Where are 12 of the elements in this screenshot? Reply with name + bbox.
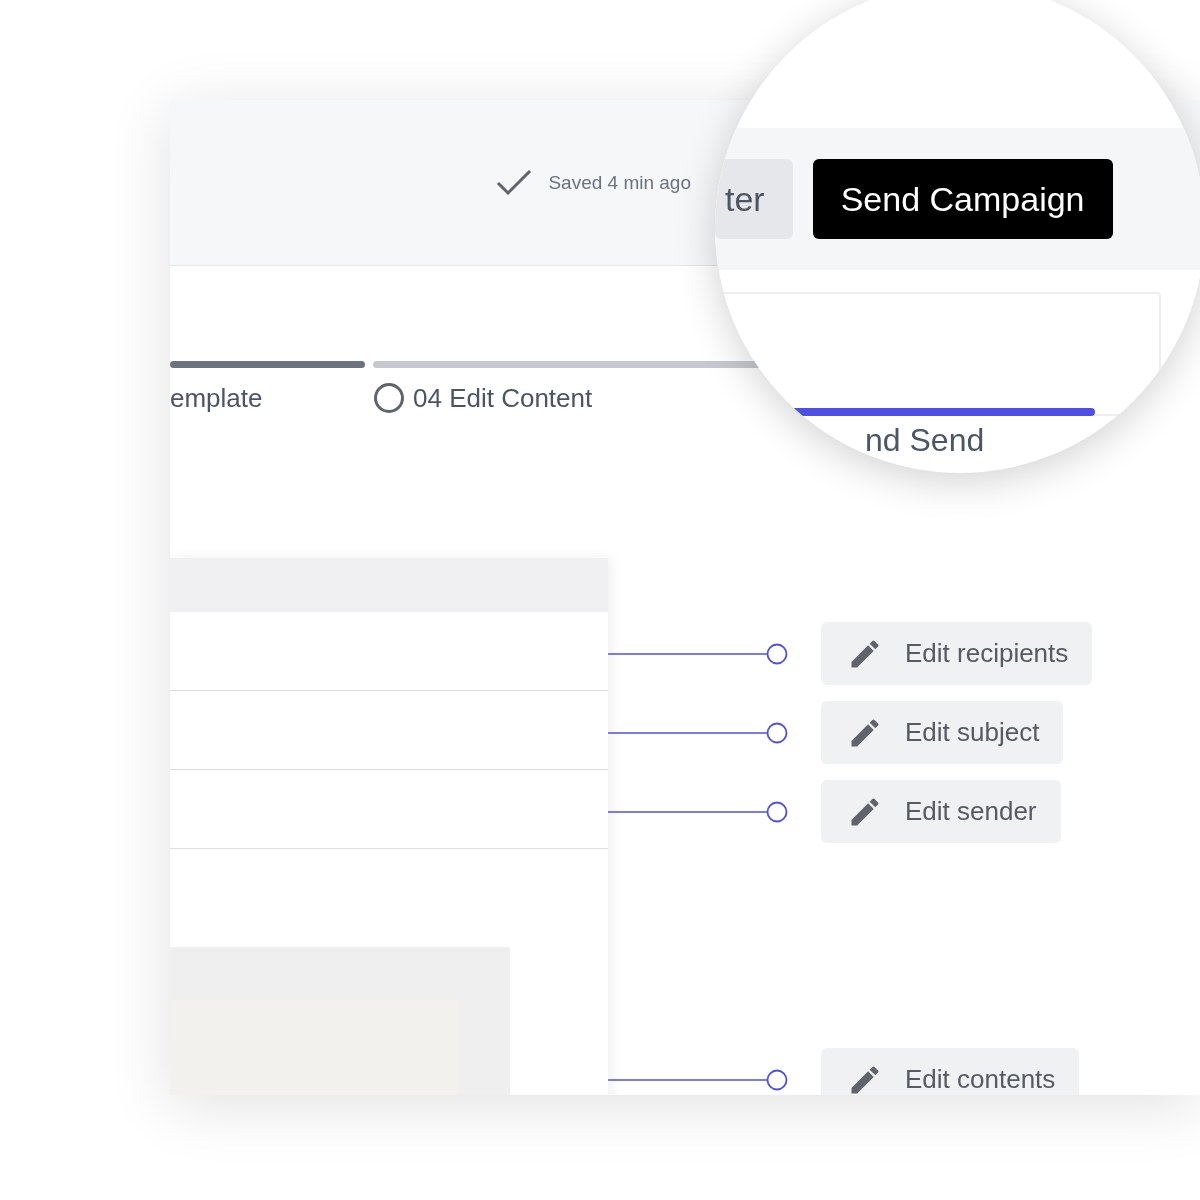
secondary-button[interactable]: ter: [715, 159, 793, 239]
check-icon: [496, 168, 533, 197]
radio-icon: [373, 382, 405, 414]
edit-button[interactable]: Edit sender: [821, 780, 1061, 843]
step-label[interactable]: emplate: [170, 382, 263, 414]
edit-button[interactable]: Edit subject: [821, 701, 1064, 764]
edit-button[interactable]: Edit contents: [821, 1048, 1080, 1095]
saved-status: Saved 4 min ago: [548, 171, 691, 194]
step-label[interactable]: 04 Edit Content: [413, 382, 593, 414]
send-campaign-button[interactable]: Send Campaign: [812, 159, 1113, 239]
step-label[interactable]: nd Send: [865, 422, 1200, 459]
edit-button[interactable]: Edit recipients: [821, 622, 1093, 685]
